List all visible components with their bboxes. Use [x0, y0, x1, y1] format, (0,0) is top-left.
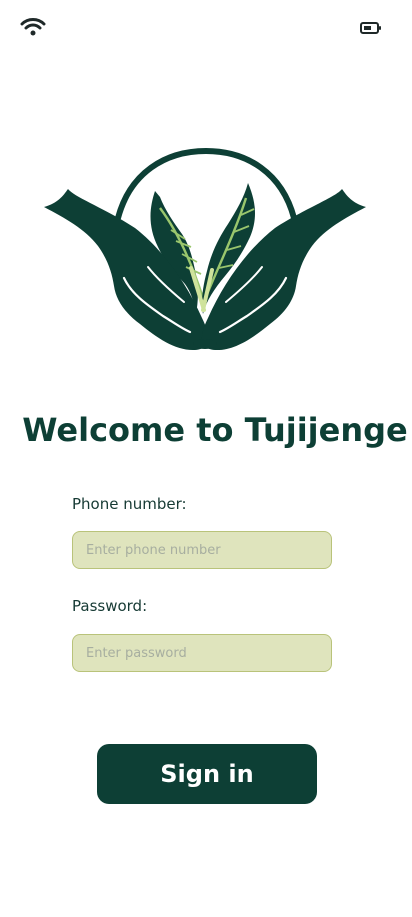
- status-bar: [0, 0, 412, 56]
- hands-holding-leaves-logo: [44, 148, 366, 351]
- sign-in-button[interactable]: Sign in: [97, 744, 317, 804]
- phone-number-input[interactable]: [72, 531, 332, 569]
- password-label: Password:: [72, 597, 148, 615]
- battery-icon: [360, 22, 381, 34]
- welcome-title: Welcome to Tujijenge: [22, 411, 408, 449]
- wifi-icon: [20, 18, 46, 36]
- phone-number-label: Phone number:: [72, 495, 187, 513]
- password-input[interactable]: [72, 634, 332, 672]
